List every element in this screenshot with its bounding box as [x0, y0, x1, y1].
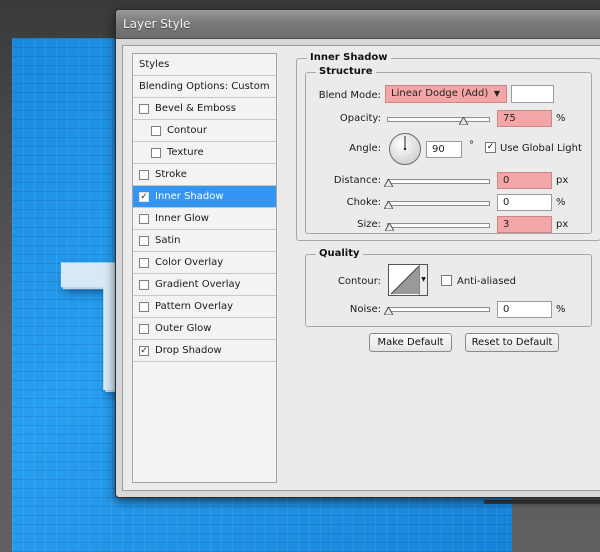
choke-input[interactable]: 0 — [497, 194, 552, 211]
style-item-blending-options-custom[interactable]: Blending Options: Custom — [133, 76, 276, 98]
angle-dial[interactable] — [388, 132, 422, 166]
style-item-label: Pattern Overlay — [155, 301, 234, 312]
style-checkbox[interactable]: ✓ — [139, 191, 149, 202]
style-checkbox[interactable] — [139, 213, 149, 224]
distance-unit: px — [556, 175, 569, 186]
opacity-slider-thumb[interactable] — [459, 117, 469, 125]
size-input[interactable]: 3 — [497, 216, 552, 233]
dialog-titlebar[interactable]: Layer Style — [116, 10, 600, 39]
use-global-light-label: Use Global Light — [500, 143, 582, 154]
angle-unit: ° — [469, 140, 474, 151]
style-list: Styles Blending Options: Custom Bevel & Em… — [132, 53, 277, 483]
opacity-slider[interactable] — [387, 117, 490, 122]
style-item-label: Satin — [155, 235, 181, 246]
choke-unit: % — [556, 197, 566, 208]
style-checkbox[interactable] — [151, 125, 161, 136]
contour-label: Contour: — [337, 276, 381, 287]
distance-input[interactable]: 0 — [497, 172, 552, 189]
style-item-label: Stroke — [155, 169, 187, 180]
style-item-pattern-overlay[interactable]: Pattern Overlay — [133, 296, 276, 318]
slider-triangle-icon — [383, 307, 393, 315]
style-checkbox[interactable] — [139, 301, 149, 312]
style-item-styles[interactable]: Styles — [133, 54, 276, 76]
style-checkbox[interactable] — [151, 147, 161, 158]
style-item-label: Inner Glow — [155, 213, 209, 224]
style-checkbox[interactable] — [139, 169, 149, 180]
noise-input[interactable]: 0 — [497, 301, 552, 318]
size-unit: px — [556, 219, 569, 230]
chevron-down-icon: ▼ — [493, 89, 500, 98]
style-checkbox[interactable] — [139, 103, 149, 114]
style-item-contour[interactable]: Contour — [133, 120, 276, 142]
noise-label: Noise: — [349, 304, 381, 315]
blend-mode-label: Blend Mode: — [318, 90, 381, 101]
style-item-stroke[interactable]: Stroke — [133, 164, 276, 186]
opacity-input[interactable]: 75 — [497, 110, 552, 127]
opacity-label: Opacity: — [339, 113, 381, 124]
contour-preview-icon — [390, 265, 420, 295]
reset-to-default-button[interactable]: Reset to Default — [465, 333, 559, 352]
style-checkbox[interactable]: ✓ — [139, 345, 149, 356]
style-item-label: Gradient Overlay — [155, 279, 241, 290]
structure-title: Structure — [316, 66, 376, 77]
distance-slider-thumb[interactable] — [383, 179, 393, 187]
angle-dial-icon — [389, 133, 421, 165]
angle-label: Angle: — [349, 143, 381, 154]
style-item-label: Texture — [167, 147, 204, 158]
choke-slider-thumb[interactable] — [383, 201, 393, 209]
size-slider-thumb[interactable] — [384, 223, 394, 231]
choke-label: Choke: — [346, 197, 381, 208]
style-item-label: Inner Shadow — [155, 191, 224, 202]
style-item-label: Contour — [167, 125, 207, 136]
shadow-color-swatch[interactable] — [511, 85, 554, 103]
noise-slider[interactable] — [387, 307, 490, 312]
quality-title: Quality — [316, 248, 363, 259]
make-default-button[interactable]: Make Default — [369, 333, 452, 352]
checkmark-icon: ✓ — [486, 142, 495, 152]
style-item-gradient-overlay[interactable]: Gradient Overlay — [133, 274, 276, 296]
angle-input[interactable]: 90 — [426, 141, 462, 158]
style-item-label: Styles — [139, 59, 170, 70]
noise-slider-thumb[interactable] — [383, 307, 393, 315]
anti-aliased-label: Anti-aliased — [457, 276, 517, 287]
style-checkbox[interactable] — [139, 323, 149, 334]
distance-slider[interactable] — [387, 179, 490, 184]
canvas-border — [484, 500, 600, 504]
style-item-texture[interactable]: Texture — [133, 142, 276, 164]
style-item-drop-shadow[interactable]: ✓ Drop Shadow — [133, 340, 276, 362]
inner-shadow-title: Inner Shadow — [307, 52, 391, 63]
style-checkbox[interactable] — [139, 257, 149, 268]
slider-triangle-icon — [384, 223, 394, 231]
size-slider[interactable] — [387, 223, 490, 228]
style-item-bevel-emboss[interactable]: Bevel & Emboss — [133, 98, 276, 120]
noise-unit: % — [556, 304, 566, 315]
size-label: Size: — [357, 219, 381, 230]
slider-triangle-icon — [383, 201, 393, 209]
opacity-unit: % — [556, 113, 566, 124]
style-checkbox[interactable] — [139, 279, 149, 290]
anti-aliased-checkbox[interactable] — [441, 275, 452, 286]
style-item-outer-glow[interactable]: Outer Glow — [133, 318, 276, 340]
choke-slider[interactable] — [387, 201, 490, 206]
style-item-inner-shadow[interactable]: ✓ Inner Shadow — [133, 186, 276, 208]
style-checkbox[interactable] — [139, 235, 149, 246]
style-item-satin[interactable]: Satin — [133, 230, 276, 252]
slider-triangle-icon — [459, 117, 469, 125]
distance-label: Distance: — [333, 175, 381, 186]
style-item-inner-glow[interactable]: Inner Glow — [133, 208, 276, 230]
chevron-down-icon[interactable]: ▼ — [419, 265, 427, 295]
style-item-label: Bevel & Emboss — [155, 103, 236, 114]
dialog-title: Layer Style — [123, 17, 191, 31]
blend-mode-value: Linear Dodge (Add) — [391, 88, 489, 99]
style-item-label: Drop Shadow — [155, 345, 222, 356]
blend-mode-select[interactable]: Linear Dodge (Add) ▼ — [385, 85, 507, 103]
style-item-label: Color Overlay — [155, 257, 224, 268]
style-item-label: Blending Options: Custom — [139, 81, 270, 92]
style-item-label: Outer Glow — [155, 323, 212, 334]
slider-triangle-icon — [383, 179, 393, 187]
layer-style-dialog: Layer Style Styles Blending Options: Cust… — [115, 9, 600, 498]
use-global-light-checkbox[interactable]: ✓ — [485, 142, 496, 153]
contour-picker[interactable]: ▼ — [388, 264, 428, 296]
style-item-color-overlay[interactable]: Color Overlay — [133, 252, 276, 274]
